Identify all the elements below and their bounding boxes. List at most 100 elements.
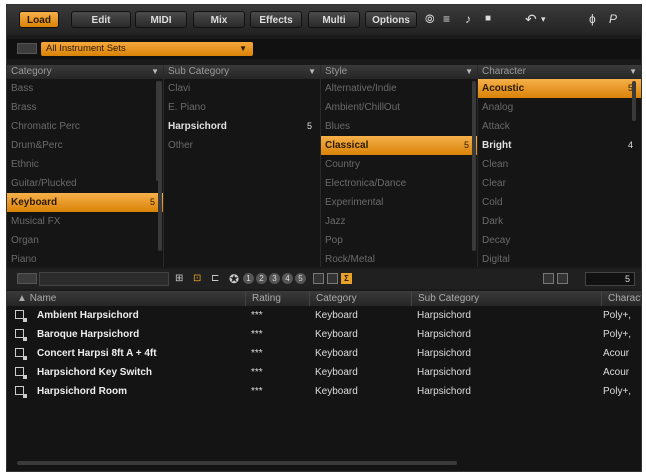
column-item[interactable]: Dark — [478, 212, 641, 231]
column-item[interactable]: Bright 4 — [478, 136, 641, 155]
panic-icon[interactable]: P — [609, 12, 617, 26]
filter-icon[interactable]: ⊡ — [193, 273, 201, 285]
chevron-down-icon[interactable]: ▼ — [151, 65, 159, 79]
multi-tab[interactable]: Multi — [308, 11, 360, 28]
column-item[interactable]: Digital — [478, 250, 641, 269]
column-item[interactable]: Bass — [7, 79, 163, 98]
column-item[interactable]: Experimental — [321, 193, 477, 212]
column-item[interactable]: Blues — [321, 117, 477, 136]
column-item[interactable]: Acoustic 5 — [478, 79, 641, 98]
column-header[interactable]: Sub Category ▼ — [164, 65, 320, 79]
column-item[interactable]: E. Piano — [164, 98, 320, 117]
column-item[interactable]: Pop — [321, 231, 477, 250]
column-item-label: Drum&Perc — [11, 140, 63, 151]
scrollbar[interactable] — [158, 81, 162, 251]
column-view-button[interactable] — [327, 273, 338, 284]
table-row[interactable]: Ambient Harpsichord *** Keyboard Harpsichor… — [7, 306, 641, 325]
mix-tab[interactable]: Mix — [193, 11, 245, 28]
column-item[interactable]: Clear — [478, 174, 641, 193]
column-item[interactable]: Drum&Perc — [7, 136, 163, 155]
column-item[interactable]: Decay — [478, 231, 641, 250]
column-item[interactable]: Piano — [7, 250, 163, 269]
cell-subcategory: Harpsichord — [417, 386, 471, 397]
column-item[interactable]: Ambient/ChillOut — [321, 98, 477, 117]
table-body: Ambient Harpsichord *** Keyboard Harpsichor… — [7, 306, 641, 401]
columns-button[interactable] — [557, 273, 568, 284]
table-row[interactable]: Harpsichord Key Switch *** Keyboard Harpsic… — [7, 363, 641, 382]
chevron-down-icon[interactable]: ▼ — [465, 65, 473, 79]
cell-name: Baroque Harpsichord — [37, 329, 140, 340]
column-header[interactable]: Style ▼ — [321, 65, 477, 79]
character-column-header[interactable]: Character — [601, 291, 641, 306]
list-view-button[interactable] — [313, 273, 324, 284]
edit-tab[interactable]: Edit — [71, 11, 131, 28]
load-tab[interactable]: Load — [19, 11, 59, 28]
column-item[interactable]: Keyboard 5 — [7, 193, 163, 212]
cell-rating: *** — [251, 310, 263, 321]
refresh-button[interactable] — [543, 273, 554, 284]
column-item-label: Cold — [482, 197, 503, 208]
cable-icon[interactable]: ≡ — [443, 12, 450, 26]
column-item[interactable]: Chromatic Perc — [7, 117, 163, 136]
column-item-label: Digital — [482, 254, 510, 265]
scrollbar[interactable] — [632, 81, 636, 121]
undo-menu-icon[interactable]: ▾ — [541, 12, 546, 26]
column-item[interactable]: Classical 5 — [321, 136, 477, 155]
view-toggle-icon[interactable] — [17, 273, 37, 284]
column-item[interactable]: Guitar/Plucked — [7, 174, 163, 193]
column-item[interactable]: Rock/Metal — [321, 250, 477, 269]
rating-filter-icon[interactable]: ✪ — [229, 273, 239, 285]
column-item[interactable]: Musical FX — [7, 212, 163, 231]
column-item[interactable]: Clean — [478, 155, 641, 174]
column-header[interactable]: Character ▼ — [478, 65, 641, 79]
chevron-down-icon[interactable]: ▼ — [308, 65, 316, 79]
column-item[interactable]: Harpsichord 5 — [164, 117, 320, 136]
rating-2-button[interactable]: 2 — [256, 273, 267, 284]
tuning-icon[interactable]: ϕ — [589, 12, 596, 26]
column-item-label: Dark — [482, 216, 504, 227]
table-row[interactable]: Concert Harpsi 8ft A + 4ft *** Keyboard Har… — [7, 344, 641, 363]
options-tab[interactable]: Options — [365, 11, 417, 28]
column-item[interactable]: Brass — [7, 98, 163, 117]
filter-bar: ⊞ ⊡ ⊏ ✪ 1 2 3 4 5 Σ 5 — [7, 269, 641, 289]
column-item[interactable]: Electronica/Dance — [321, 174, 477, 193]
folder-icon[interactable]: ⊏ — [211, 273, 219, 285]
table-row[interactable]: Harpsichord Room *** Keyboard Harpsichord Po… — [7, 382, 641, 401]
column-item[interactable]: Attack — [478, 117, 641, 136]
undo-icon[interactable]: ↶ — [525, 12, 537, 26]
cell-character: Acour — [603, 367, 630, 378]
column-item[interactable]: Alternative/Indie — [321, 79, 477, 98]
chevron-down-icon[interactable]: ▼ — [629, 65, 637, 79]
scrollbar[interactable] — [472, 81, 476, 251]
column-item[interactable]: Cold — [478, 193, 641, 212]
rating-1-button[interactable]: 1 — [243, 273, 254, 284]
column-item[interactable]: Other — [164, 136, 320, 155]
rating-column-header[interactable]: Rating — [245, 291, 309, 306]
column-item[interactable]: Clavi — [164, 79, 320, 98]
rating-4-button[interactable]: 4 — [282, 273, 293, 284]
cell-category: Keyboard — [315, 329, 358, 340]
column-item[interactable]: Jazz — [321, 212, 477, 231]
note-icon[interactable]: ♪ — [465, 12, 471, 26]
column-item[interactable]: Ethnic — [7, 155, 163, 174]
midi-tab[interactable]: MIDI — [135, 11, 187, 28]
column-item[interactable]: Country — [321, 155, 477, 174]
category-column-header[interactable]: Category — [309, 291, 411, 306]
column-header[interactable]: Category ▼ — [7, 65, 163, 79]
tree-icon[interactable]: ⊞ — [175, 273, 183, 285]
view-toggle-icon[interactable] — [17, 43, 37, 54]
search-input[interactable] — [39, 272, 169, 286]
rating-5-button[interactable]: 5 — [295, 273, 306, 284]
column-item[interactable]: Organ — [7, 231, 163, 250]
name-column-header[interactable]: ▲ Name — [7, 291, 245, 306]
sum-button[interactable]: Σ — [341, 273, 352, 284]
subcategory-column-header[interactable]: Sub Category — [411, 291, 601, 306]
instrument-set-dropdown[interactable]: All Instrument Sets ▼ — [41, 42, 253, 56]
plug-in-icon[interactable]: ⦾ — [425, 12, 435, 26]
lock-icon[interactable]: ■ — [485, 12, 491, 26]
column-item[interactable]: Analog — [478, 98, 641, 117]
horizontal-scrollbar[interactable] — [17, 461, 457, 465]
rating-3-button[interactable]: 3 — [269, 273, 280, 284]
effects-tab[interactable]: Effects — [250, 11, 302, 28]
table-row[interactable]: Baroque Harpsichord *** Keyboard Harpsichor… — [7, 325, 641, 344]
